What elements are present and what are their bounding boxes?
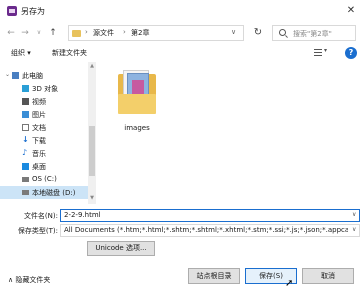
nav-item-music[interactable]: ♪ 音乐	[0, 147, 88, 160]
filetype-select[interactable]: All Documents (*.htm;*.html;*.shtm;*.sht…	[60, 224, 360, 237]
help-button[interactable]: ?	[345, 47, 357, 59]
nav-item-label: 3D 对象	[32, 85, 59, 93]
refresh-icon[interactable]: ↻	[251, 26, 265, 40]
dialog-footer: ∧ 隐藏文件夹 站点根目录 保存(S) 取消 ➚	[0, 263, 362, 291]
nav-item-label: 桌面	[32, 163, 46, 171]
breadcrumb-separator: ›	[123, 28, 126, 36]
breadcrumb-item[interactable]: 第2章	[131, 28, 149, 38]
app-icon	[7, 6, 17, 16]
desktop-icon	[22, 163, 29, 170]
file-item[interactable]: images	[112, 70, 162, 140]
breadcrumb-item[interactable]: 源文件	[93, 28, 114, 38]
window-title: 另存为	[21, 7, 45, 16]
address-bar[interactable]: › 源文件 › 第2章 ∨	[68, 25, 244, 41]
pictures-icon	[22, 111, 29, 118]
nav-item-label: 此电脑	[22, 72, 43, 80]
chevron-down-icon: ▾	[324, 47, 328, 54]
folder-icon	[72, 30, 81, 37]
up-arrow-icon[interactable]: ↑	[48, 27, 58, 39]
download-icon: ↓	[22, 135, 29, 144]
computer-icon	[12, 72, 19, 79]
nav-item-this-pc[interactable]: ⌄ 此电脑	[0, 69, 88, 82]
filetype-label: 保存类型(T):	[17, 227, 58, 235]
nav-item-local-disk-d[interactable]: 本地磁盘 (D:)	[0, 186, 88, 199]
nav-item-label: 视频	[32, 98, 46, 106]
filename-label: 文件名(N):	[23, 212, 58, 220]
chevron-down-icon: ⌄	[5, 71, 11, 78]
nav-item-pictures[interactable]: 图片	[0, 108, 88, 121]
nav-item-label: 图片	[32, 111, 46, 119]
navigation-pane: ⌄ 此电脑 3D 对象 视频 图片 文档 ↓ 下载 ♪ 音乐 桌面 OS (C:…	[0, 62, 96, 204]
video-icon	[22, 98, 29, 105]
music-icon: ♪	[22, 148, 28, 157]
nav-item-label: OS (C:)	[32, 175, 57, 183]
search-icon	[279, 29, 286, 36]
toolbar: 组织 ▾ 新建文件夹 ▾ ?	[0, 44, 362, 62]
filename-value: 2-2-9.html	[64, 211, 101, 219]
nav-item-documents[interactable]: 文档	[0, 121, 88, 134]
chevron-down-icon[interactable]: ∨	[352, 211, 356, 218]
nav-item-os-c[interactable]: OS (C:)	[0, 173, 88, 186]
drive-icon	[22, 177, 29, 182]
unicode-options-button[interactable]: Unicode 选项...	[87, 241, 155, 256]
close-button[interactable]: ✕	[344, 4, 358, 18]
chevron-down-icon[interactable]: ∨	[352, 226, 356, 233]
nav-scrollbar[interactable]: ▲ ▼	[88, 62, 96, 204]
address-row: ← → ∨ ↑ › 源文件 › 第2章 ∨ ↻ 搜索"第2章"	[0, 22, 362, 44]
site-root-button[interactable]: 站点根目录	[188, 268, 240, 284]
new-folder-button[interactable]: 新建文件夹	[52, 48, 87, 58]
filetype-value: All Documents (*.htm;*.html;*.shtm;*.sht…	[64, 226, 348, 234]
scroll-up-icon[interactable]: ▲	[88, 63, 96, 69]
hide-folders-toggle[interactable]: ∧ 隐藏文件夹	[8, 275, 50, 285]
nav-item-downloads[interactable]: ↓ 下载	[0, 134, 88, 147]
3d-objects-icon	[22, 85, 29, 92]
address-dropdown-icon[interactable]: ∨	[231, 28, 236, 36]
folder-front-flap	[118, 94, 156, 114]
file-item-label: images	[124, 124, 150, 132]
filename-field[interactable]: 2-2-9.html ∨	[60, 209, 360, 222]
scroll-down-icon[interactable]: ▼	[88, 195, 96, 201]
nav-item-3d-objects[interactable]: 3D 对象	[0, 82, 88, 95]
nav-item-desktop[interactable]: 桌面	[0, 160, 88, 173]
nav-item-label: 音乐	[32, 150, 46, 158]
list-view-icon	[314, 49, 322, 56]
save-form: 文件名(N): 2-2-9.html ∨ 保存类型(T): All Docume…	[0, 205, 362, 265]
cancel-button[interactable]: 取消	[302, 268, 354, 284]
organize-button[interactable]: 组织 ▾	[11, 48, 31, 58]
forward-arrow-icon[interactable]: →	[20, 27, 30, 39]
back-arrow-icon[interactable]: ←	[6, 27, 16, 39]
mouse-pointer-icon: ➚	[285, 278, 294, 289]
documents-icon	[22, 124, 29, 131]
breadcrumb-separator: ›	[85, 28, 88, 36]
nav-item-label: 本地磁盘 (D:)	[32, 189, 76, 197]
recent-locations-icon[interactable]: ∨	[34, 27, 44, 39]
scrollbar-thumb[interactable]	[89, 126, 95, 176]
view-options-button[interactable]: ▾	[312, 47, 332, 59]
drive-icon	[22, 190, 29, 195]
search-input[interactable]: 搜索"第2章"	[272, 25, 356, 41]
title-bar: 另存为 ✕	[0, 0, 362, 22]
nav-item-label: 文档	[32, 124, 46, 132]
file-list-pane: images	[97, 62, 362, 204]
nav-item-label: 下载	[32, 137, 46, 145]
nav-item-video[interactable]: 视频	[0, 95, 88, 108]
search-placeholder: 搜索"第2章"	[293, 30, 332, 38]
